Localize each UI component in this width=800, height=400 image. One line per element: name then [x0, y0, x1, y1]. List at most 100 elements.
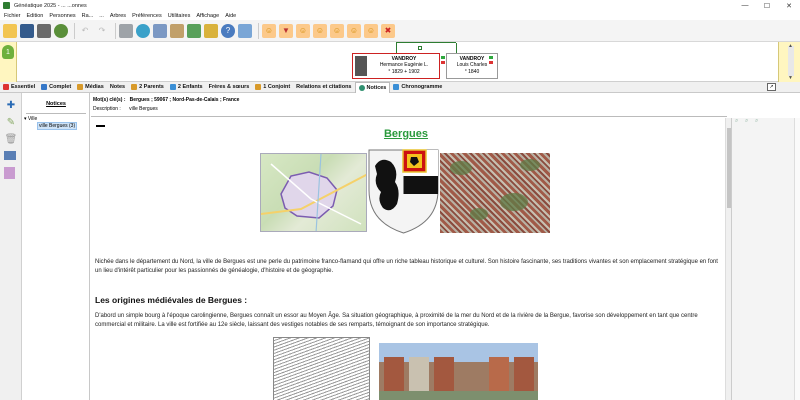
grid-icon[interactable]	[153, 23, 167, 38]
zoom-fit-icon[interactable]: ⌕	[755, 118, 762, 125]
person-photo	[355, 56, 367, 76]
app-logo-icon	[3, 2, 10, 9]
filter-icon[interactable]: ▼	[279, 23, 293, 38]
tab-conjoint[interactable]: 1 Conjoint	[252, 82, 293, 93]
tab-freres-soeurs[interactable]: Frères & sœurs	[206, 82, 253, 93]
notices-list: Notices ▾ Ville ville Bergues (3)	[22, 93, 90, 400]
notice-side-panel: ⌕ ⌕ ⌕	[731, 118, 800, 400]
add-notice-icon[interactable]: ✚	[4, 98, 18, 112]
person-delete-icon[interactable]: ✖	[381, 23, 395, 38]
add-person-icon[interactable]: ☺	[262, 23, 276, 38]
save-icon[interactable]	[20, 23, 34, 38]
tab-notes[interactable]: Notes	[107, 82, 128, 93]
app-window: Généatique 2025 - ... ...onnes — ☐ ✕ Fic…	[0, 0, 800, 400]
tree-scrollbar[interactable]	[788, 46, 794, 76]
essentiel-icon	[3, 84, 9, 90]
bergues-coat-of-arms	[368, 149, 439, 234]
tab-relations[interactable]: Relations et citations	[293, 82, 354, 93]
main-toolbar: ↶ ↷ ? ☺ ▼ ☺ ☺ ☺ ☺ ☺ ✖	[0, 20, 800, 42]
scroll-up-icon[interactable]: ▲	[788, 43, 793, 49]
zoom-out-icon[interactable]: ⌕	[745, 118, 752, 125]
redo-icon[interactable]: ↷	[95, 24, 109, 38]
description-value[interactable]: ville Bergues	[129, 106, 158, 112]
window-title: Généatique 2025 - ... ...onnes	[14, 2, 87, 9]
menu-hidden[interactable]: ...	[99, 13, 104, 19]
tab-parents[interactable]: 2 Parents	[128, 82, 167, 93]
zoom-in-icon[interactable]: ⌕	[735, 118, 742, 125]
sync-icon[interactable]	[54, 23, 68, 38]
print-icon[interactable]	[37, 23, 51, 38]
section-paragraph[interactable]: D'abord un simple bourg à l'époque carol…	[95, 312, 719, 329]
scroll-down-icon[interactable]: ▼	[788, 75, 793, 81]
menu-preferences[interactable]: Préférences	[132, 13, 162, 19]
menu-rapports[interactable]: Ra...	[82, 13, 94, 19]
tree-node-bergues[interactable]: ville Bergues (3)	[37, 122, 78, 130]
card-icon[interactable]	[170, 23, 184, 38]
chronogramme-icon	[393, 84, 400, 90]
network-icon[interactable]	[204, 23, 218, 38]
tab-enfants[interactable]: 2 Enfants	[167, 82, 206, 93]
intro-paragraph[interactable]: Nichée dans le département du Nord, la v…	[95, 258, 719, 275]
father-dates: ° 1840	[464, 69, 480, 75]
enfants-icon	[169, 84, 176, 90]
tree-view: 1 VANDROY Hermance Eugénie L. ° 1829 + 1…	[0, 42, 800, 82]
maximize-button[interactable]: ☐	[756, 0, 778, 11]
print-notice-icon[interactable]	[4, 151, 16, 160]
description-label: Description :	[93, 106, 121, 112]
undo-icon[interactable]: ↶	[78, 24, 92, 38]
generation-badge[interactable]: 1	[2, 45, 14, 59]
database-icon[interactable]	[119, 23, 133, 38]
main-person-dates: ° 1829 + 1902	[388, 69, 420, 75]
parents-icon	[131, 84, 138, 90]
family-icon[interactable]: ☺	[347, 23, 361, 38]
menu-edition[interactable]: Edition	[27, 13, 44, 19]
delete-notice-icon[interactable]: 🗑	[4, 132, 18, 146]
person-add-icon[interactable]: ☺	[296, 23, 310, 38]
close-button[interactable]: ✕	[778, 0, 800, 11]
tree-right-panel: ▲ ▼	[778, 42, 800, 82]
tab-essentiel[interactable]: Essentiel	[0, 82, 38, 93]
notices-icon	[358, 84, 365, 91]
section-heading[interactable]: Les origines médiévales de Bergues :	[95, 295, 247, 305]
keywords-label: Mot(s) clé(s) :	[93, 97, 126, 103]
detach-window-icon[interactable]: ↗	[767, 83, 776, 91]
title-bar: Généatique 2025 - ... ...onnes — ☐ ✕	[0, 0, 800, 11]
tab-complet[interactable]: Complet	[38, 82, 74, 93]
menu-arbres[interactable]: Arbres	[110, 13, 126, 19]
tab-chronogramme[interactable]: Chronogramme	[390, 82, 445, 93]
notices-toolbar: ✚ ✎ 🗑	[0, 93, 22, 400]
help-icon[interactable]: ?	[221, 23, 235, 38]
edit-notice-icon[interactable]: ✎	[4, 115, 18, 129]
menu-personnes[interactable]: Personnes	[49, 13, 75, 19]
couple-icon[interactable]: ☺	[330, 23, 344, 38]
main-person-card[interactable]: VANDROY Hermance Eugénie L. ° 1829 + 190…	[352, 53, 440, 79]
notice-book-icon[interactable]	[4, 167, 15, 179]
keywords-row: Mot(s) clé(s) : Bergues ; 59067 ; Nord-P…	[93, 97, 239, 103]
tree-node-ville[interactable]: ▾ Ville	[24, 116, 37, 122]
tree-icon[interactable]	[187, 23, 201, 38]
notices-header: Notices	[46, 101, 66, 107]
bergues-street-photo	[379, 343, 538, 400]
menu-aide[interactable]: Aide	[225, 13, 236, 19]
notice-detail: Mot(s) clé(s) : Bergues ; 59067 ; Nord-P…	[91, 93, 800, 400]
notice-title[interactable]: Bergues	[91, 128, 721, 140]
chat-icon[interactable]	[238, 23, 252, 38]
tab-medias[interactable]: Médias	[74, 82, 107, 93]
menu-utilitaires[interactable]: Utilitaires	[168, 13, 191, 19]
tab-bar: Essentiel Complet Médias Notes 2 Parents…	[0, 81, 800, 93]
conjoint-icon	[255, 84, 262, 90]
person-link-icon[interactable]: ☺	[313, 23, 327, 38]
side-panel-scrollbar[interactable]	[794, 118, 800, 400]
notice-content: Bergues Nichée dans le département du No…	[91, 118, 725, 400]
menu-fichier[interactable]: Fichier	[4, 13, 21, 19]
open-folder-icon[interactable]	[3, 23, 17, 38]
keywords-value[interactable]: Bergues ; 59067 ; Nord-Pas-de-Calais ; F…	[130, 97, 240, 103]
tree-left-panel: 1	[0, 42, 17, 82]
globe-icon[interactable]	[136, 23, 150, 38]
main-person-firstname: Hermance Eugénie L.	[379, 62, 429, 68]
person-edit-icon[interactable]: ☺	[364, 23, 378, 38]
tab-notices[interactable]: Notices	[354, 81, 391, 93]
menu-affichage[interactable]: Affichage	[196, 13, 219, 19]
minimize-button[interactable]: —	[734, 0, 756, 11]
complet-icon	[41, 84, 48, 90]
